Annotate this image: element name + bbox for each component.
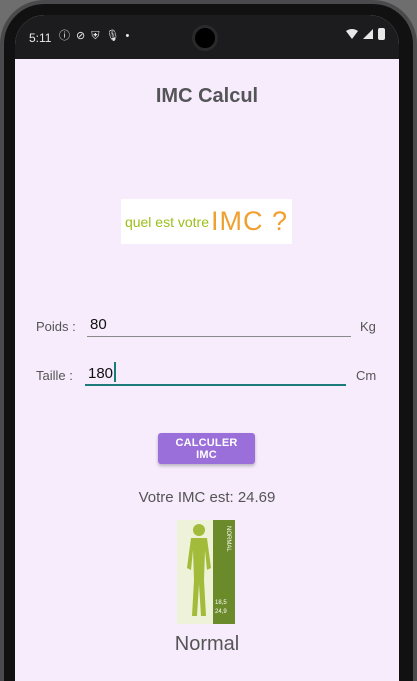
- height-input[interactable]: [85, 364, 346, 386]
- status-left-icons: ⓘ ⊘ ⛨ 🎙︎ •: [59, 29, 129, 43]
- imc-result-text: Votre IMC est: 24.69: [138, 489, 276, 506]
- text-cursor: [114, 362, 116, 382]
- weight-unit: Kg: [360, 319, 376, 334]
- height-unit: Cm: [356, 368, 377, 383]
- figure-label: NORMAL: [225, 526, 231, 552]
- imc-category-text: Normal: [174, 633, 240, 655]
- mic-icon: 🎙︎: [105, 30, 120, 42]
- height-label: Taille :: [36, 368, 73, 383]
- dot-icon: •: [125, 30, 130, 42]
- normal-body-figure: NORMAL 18,5 24,9: [177, 520, 235, 624]
- banner-text-1: quel est votre: [124, 213, 210, 230]
- calculate-imc-button[interactable]: CALCULER IMC: [158, 433, 255, 464]
- range-high: 24,9: [215, 609, 227, 615]
- weight-label: Poids :: [36, 319, 76, 334]
- range-low: 18,5: [215, 600, 227, 606]
- signal-icon: [363, 29, 373, 39]
- status-time: 5:11: [29, 31, 52, 45]
- shield-icon: ⛨: [91, 30, 100, 42]
- status-right-icons: [346, 28, 385, 40]
- status-bar: 5:11 ⓘ ⊘ ⛨ 🎙︎ •: [15, 15, 399, 59]
- banner-text-2: IMC ?: [211, 206, 289, 236]
- weight-input[interactable]: [87, 315, 351, 337]
- imc-banner-image: quel est votre IMC ?: [121, 199, 292, 244]
- info-icon: ⓘ: [59, 30, 70, 42]
- page-title: IMC Calcul: [155, 85, 259, 107]
- camera-cutout: [192, 25, 218, 51]
- app-screen: 5:11 ⓘ ⊘ ⛨ 🎙︎ • IMC Calcul quel est votr…: [15, 15, 399, 681]
- battery-icon: [378, 28, 385, 40]
- blocked-icon: ⊘: [76, 30, 86, 42]
- wifi-icon: [346, 29, 358, 39]
